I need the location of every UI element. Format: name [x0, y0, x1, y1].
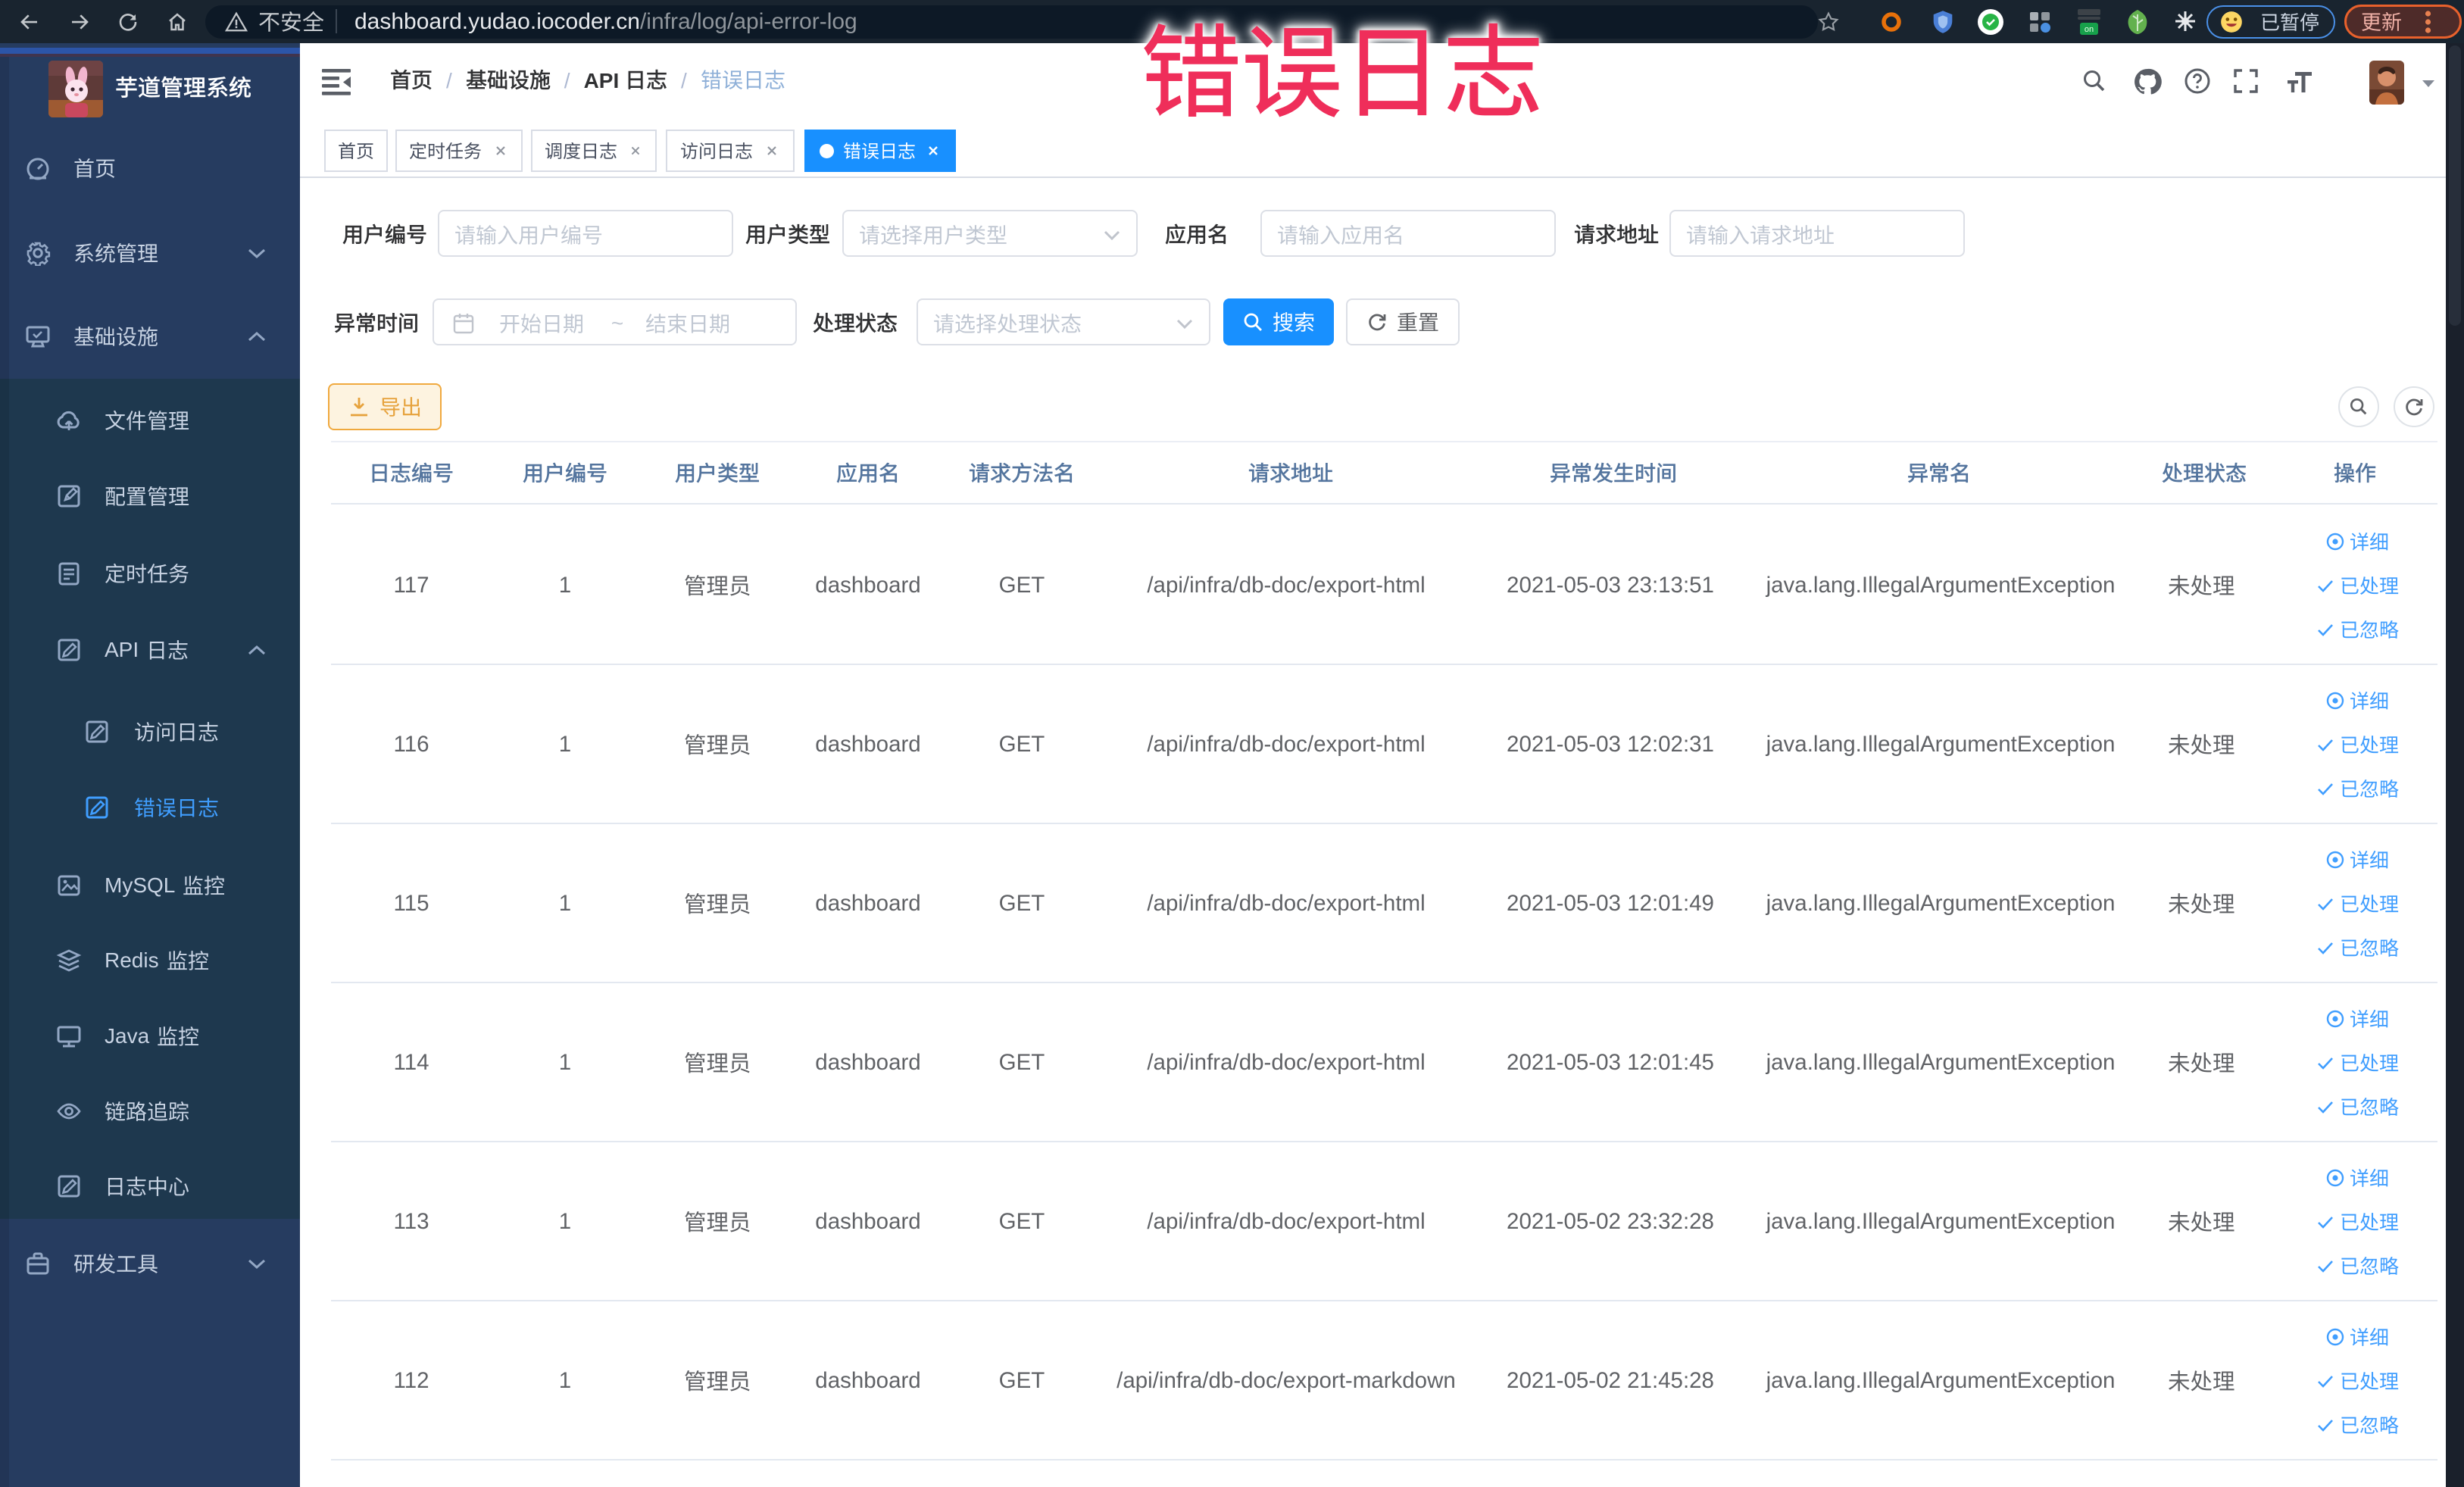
svg-text:on: on: [2085, 25, 2094, 34]
